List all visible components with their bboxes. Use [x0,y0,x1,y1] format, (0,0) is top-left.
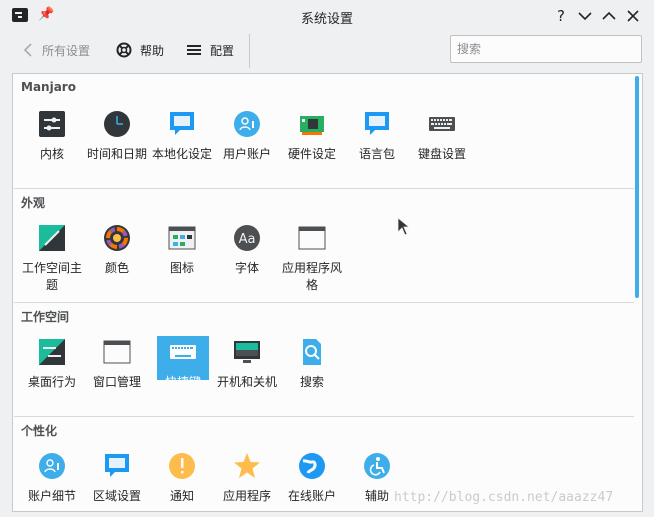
keyboard-shortcut-icon [170,345,196,359]
star-icon [234,453,260,478]
globe-icon [299,453,325,479]
chevron-left-icon [23,43,32,57]
item-label: 硬件设定 [287,147,336,161]
lifebuoy-icon [116,42,132,58]
category-appearance: 外观 工作空间主题 颜色 图标 Aa 字体 应用程序风格 [14,188,634,302]
font-icon: Aa [234,225,260,251]
item-label: 通知 [169,489,194,503]
chat-bubble-icon [170,112,194,135]
titlebar: 📌 系统设置 ? [0,0,654,32]
item-label: 字体 [234,261,259,275]
help-label: 帮助 [140,43,165,58]
item-label: 语言包 [358,147,395,161]
item-label: 键盘设置 [417,147,466,161]
toolbar-divider [249,34,250,68]
item-label: 搜索 [299,375,324,389]
item-label: 开机和关机 [216,375,277,389]
item-label: 区域设置 [92,489,141,503]
item-label: 内核 [39,147,64,161]
item-label: 时间和日期 [86,147,147,161]
category-workspace: 工作空间 桌面行为 窗口管理 快捷键 开机和关机 搜索 [14,302,634,416]
item-label: 账户细节 [27,489,76,503]
language-bubble-icon [365,112,389,135]
item-label: 颜色 [104,261,129,275]
item-label: 窗口管理 [92,375,141,389]
region-bubble-icon [105,454,129,477]
item-label: 应用程序风格 [281,261,342,292]
mouse-cursor-icon [397,217,411,236]
help-titlebar-button[interactable]: ? [551,6,571,26]
hamburger-menu-icon [187,45,201,55]
window-style-icon [298,226,326,250]
item-label: 快捷键 [164,375,201,389]
close-button[interactable] [623,6,643,26]
search-icon [303,339,321,365]
item-shortcuts[interactable]: 快捷键 [157,336,209,389]
chevron-down-icon [578,12,592,21]
brush-theme-icon [39,225,65,251]
chevron-up-icon [602,11,616,20]
notification-icon [169,453,195,479]
item-label: 工作空间主题 [21,261,82,292]
all-settings-label: 所有设置 [42,43,91,58]
category-title: 个性化 [21,424,58,438]
clock-icon [104,111,130,137]
kernel-icon [39,111,65,137]
minimize-button[interactable] [575,6,595,26]
monitor-icon [234,341,260,363]
svg-text:Aa: Aa [239,232,256,247]
keyboard-icon [429,117,455,131]
item-label: 本地化设定 [151,147,212,161]
item-label: 用户账户 [222,147,271,161]
configure-button[interactable]: 配置 [186,32,234,68]
category-title: Manjaro [21,80,76,94]
account-icon [39,453,65,479]
category-manjaro: Manjaro 内核 时间和日期 本地化设定 用户账户 硬件设定 语言包 键盘设… [14,74,634,188]
close-icon [627,10,639,22]
search-input[interactable]: 搜索 [450,35,642,63]
item-label: 在线账户 [287,489,336,503]
category-title: 工作空间 [21,310,70,324]
watermark-text: http://blog.csdn.net/aaazz47 [394,490,614,505]
item-label: 图标 [169,261,194,275]
window-icon [103,340,131,364]
item-label: 应用程序 [222,489,271,503]
maximize-button[interactable] [599,6,619,26]
desktop-behavior-icon [39,339,65,365]
help-button[interactable]: 帮助 [116,32,164,68]
category-title: 外观 [21,196,46,210]
vertical-scrollbar[interactable] [635,76,639,298]
icons-window-icon [168,226,196,250]
user-icon [234,111,260,137]
circuit-board-icon [300,116,324,135]
all-settings-button[interactable]: 所有设置 [22,32,90,68]
accessibility-icon [364,453,390,479]
settings-window: 📌 系统设置 ? 所有设置 帮助 配置 搜索 Manjaro 内核 时间和日期 … [0,0,654,517]
configure-label: 配置 [210,43,235,58]
settings-grid: Manjaro 内核 时间和日期 本地化设定 用户账户 硬件设定 语言包 键盘设… [12,73,643,512]
item-label: 桌面行为 [27,375,76,389]
color-wheel-icon [104,225,130,251]
